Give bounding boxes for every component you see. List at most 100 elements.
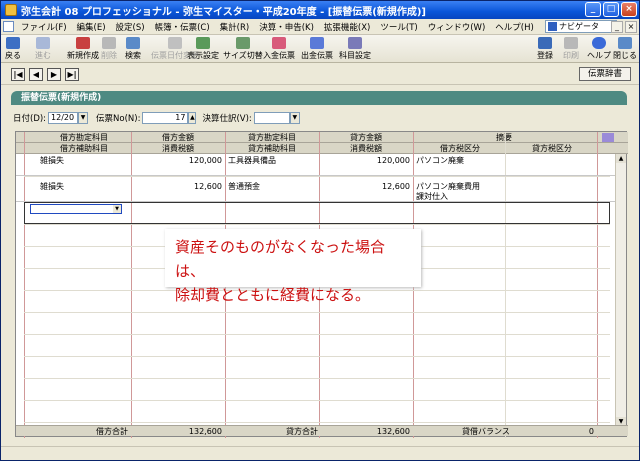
mdi-minimize-button[interactable]: _ <box>611 21 623 33</box>
account-settings-button[interactable]: 科目設定 <box>339 37 371 61</box>
display-settings-button[interactable]: 表示設定 <box>187 37 219 61</box>
table-row[interactable]: 雑損失 120,000 工具器具備品 120,000 パソコン廃棄 <box>16 154 616 176</box>
next-button[interactable]: 進む <box>35 37 51 61</box>
condition-row: 日付(D): 12/20 ▼ 伝票No(N): 17 ▲ 決算仕訳(V): ▼ <box>13 111 308 125</box>
credit-amount: 12,600 <box>382 182 410 191</box>
menu-books[interactable]: 帳簿・伝票(C) <box>150 21 215 33</box>
register-button[interactable]: 登録 <box>537 37 553 61</box>
new-button[interactable]: 新規作成 <box>67 37 99 61</box>
back-button[interactable]: 戻る <box>5 37 21 61</box>
minimize-button[interactable]: _ <box>585 2 601 17</box>
grid-divider <box>597 132 598 438</box>
grid-header-row-1: 借方勘定科目 借方金額 貸方勘定科目 貸方金額 摘要 <box>16 132 628 143</box>
size-toggle-button[interactable]: サイズ切替 <box>223 37 263 61</box>
print-icon <box>564 37 578 49</box>
first-record-button[interactable]: |◀ <box>11 68 25 81</box>
in-slip-button[interactable]: 入金伝票 <box>263 37 295 61</box>
new-doc-icon <box>76 37 90 49</box>
calendar-icon <box>168 37 182 49</box>
delete-icon <box>102 37 116 49</box>
print-label: 印刷 <box>563 51 579 60</box>
menu-extension[interactable]: 拡張機能(X) <box>319 21 375 33</box>
col-debit-tax: 消費税額 <box>162 144 194 153</box>
in-slip-icon <box>272 37 286 49</box>
col-debit-sub: 借方補助科目 <box>60 144 108 153</box>
document-icon <box>3 21 14 32</box>
search-button[interactable]: 検索 <box>125 37 141 61</box>
search-label: 検索 <box>125 51 141 60</box>
debit-account: 雑損失 <box>40 182 64 191</box>
out-slip-button[interactable]: 出金伝票 <box>301 37 333 61</box>
date-dropdown-button[interactable]: ▼ <box>78 112 89 124</box>
menu-aggregate[interactable]: 集計(R) <box>215 21 255 33</box>
credit-account: 工具器具備品 <box>228 156 276 165</box>
col-credit-tax: 消費税額 <box>350 144 382 153</box>
toolbar: 戻る 進む 新規作成 削除 検索 伝票日付変更 表示設定 サイズ切替 入金伝票 … <box>1 35 639 63</box>
menu-settlement[interactable]: 決算・申告(K) <box>254 21 319 33</box>
settle-field[interactable] <box>253 112 290 124</box>
col-debit-account: 借方勘定科目 <box>60 133 108 142</box>
col-credit-sub: 貸方補助科目 <box>248 144 296 153</box>
print-button[interactable]: 印刷 <box>563 37 579 61</box>
menu-edit[interactable]: 編集(E) <box>72 21 111 33</box>
app-icon <box>5 4 17 16</box>
in-slip-label: 入金伝票 <box>263 51 295 60</box>
maximize-button[interactable]: □ <box>603 2 619 17</box>
settle-dropdown-button[interactable]: ▼ <box>289 112 300 124</box>
next-record-button[interactable]: ▶ <box>47 68 61 81</box>
memo-icon[interactable] <box>602 133 614 142</box>
delete-label: 削除 <box>101 51 117 60</box>
chevron-down-icon[interactable]: ▼ <box>113 205 121 213</box>
annotation-callout: 資産そのものがなくなった場合は、 除却費とともに経費になる。 <box>165 229 421 304</box>
col-credit-amount: 貸方金額 <box>350 133 382 142</box>
dropdown-icon <box>548 22 557 31</box>
row-line <box>24 422 610 423</box>
delete-button[interactable]: 削除 <box>101 37 117 61</box>
debit-amount: 12,600 <box>194 182 222 191</box>
row-line <box>24 224 610 225</box>
menu-file[interactable]: ファイル(F) <box>16 21 72 33</box>
back-arrow-icon <box>6 37 20 49</box>
debit-amount: 120,000 <box>188 156 222 165</box>
table-row[interactable]: 雑損失 12,600 普通預金 12,600 パソコン廃棄費用 課対仕入 <box>16 180 616 202</box>
next-label: 進む <box>35 51 51 60</box>
mdi-close-button[interactable]: × <box>625 21 637 33</box>
credit-amount: 120,000 <box>376 156 410 165</box>
grid-divider <box>131 132 132 438</box>
col-memo: 摘要 <box>496 133 512 142</box>
navigator-dropdown[interactable]: ナビゲータ <box>545 20 617 33</box>
row-line <box>24 312 610 313</box>
slipno-spinner[interactable]: ▲ <box>188 112 197 124</box>
callout-line-1: 資産そのものがなくなった場合は、 <box>175 238 386 280</box>
vertical-scrollbar[interactable]: ▲ ▼ <box>615 154 626 426</box>
row-line <box>24 356 610 357</box>
close-button[interactable]: 閉じる <box>613 37 637 61</box>
window-title: 弥生会計 08 プロフェッショナル - 弥生マイスター・平成20年度 - [振替… <box>21 6 427 18</box>
account-label: 科目設定 <box>339 51 371 60</box>
col-credit-taxclass: 貸方税区分 <box>532 144 572 153</box>
out-slip-label: 出金伝票 <box>301 51 333 60</box>
navigator-label: ナビゲータ <box>559 22 599 31</box>
last-record-button[interactable]: ▶| <box>65 68 79 81</box>
scroll-up-icon[interactable]: ▲ <box>616 154 626 163</box>
menu-settings[interactable]: 設定(S) <box>111 21 150 33</box>
row-line <box>24 378 610 379</box>
slip-dictionary-button[interactable]: 伝票辞書 <box>579 67 631 81</box>
date-field[interactable]: 12/20 <box>48 112 79 124</box>
slipno-field[interactable]: 17 <box>142 112 189 124</box>
callout-line-2: 除却費とともに経費になる。 <box>175 286 371 304</box>
date-label: 日付(D): <box>13 114 47 124</box>
help-button[interactable]: ヘルプ <box>587 37 611 61</box>
out-slip-icon <box>310 37 324 49</box>
navigation-bar: |◀ ◀ ▶ ▶| 伝票辞書 <box>1 63 639 85</box>
balance-value: 0 <box>588 427 594 436</box>
close-window-button[interactable]: × <box>621 2 637 17</box>
new-label: 新規作成 <box>67 51 99 60</box>
row-line <box>24 176 610 177</box>
account-input[interactable]: ▼ <box>30 204 122 214</box>
display-label: 表示設定 <box>187 51 219 60</box>
menu-help[interactable]: ヘルプ(H) <box>490 21 539 33</box>
menu-window[interactable]: ウィンドウ(W) <box>423 21 491 33</box>
prev-record-button[interactable]: ◀ <box>29 68 43 81</box>
menu-tools[interactable]: ツール(T) <box>375 21 422 33</box>
